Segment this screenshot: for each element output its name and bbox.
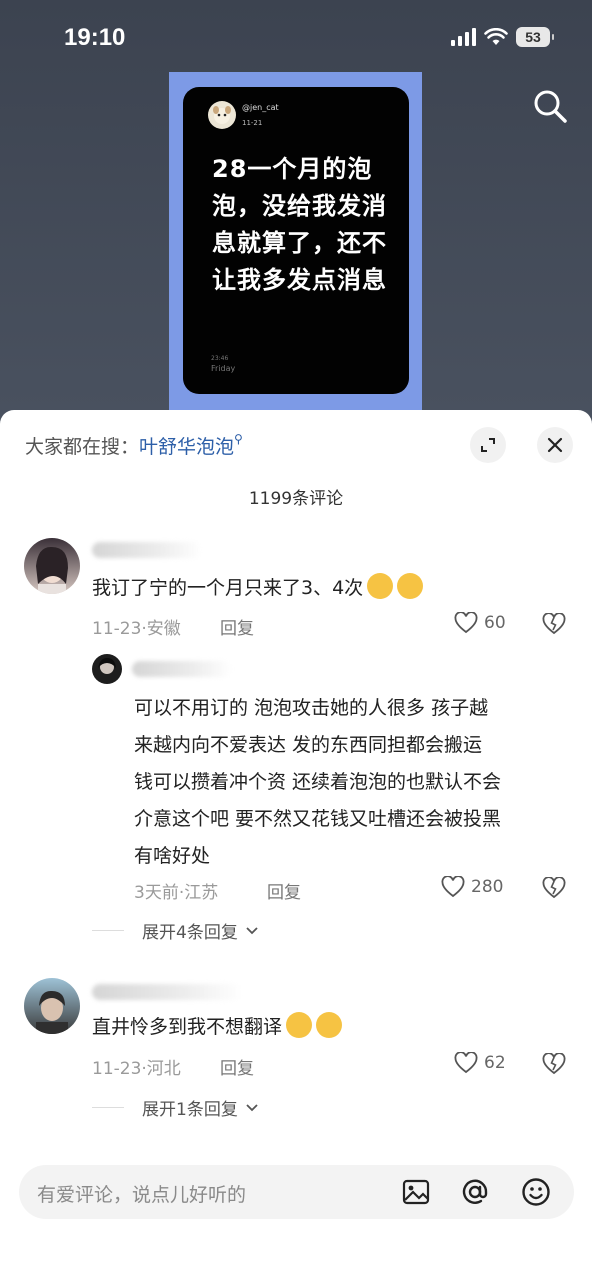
post-date: 11-21 (242, 119, 263, 127)
post-avatar (208, 101, 236, 129)
comment-text-content: 直井怜多到我不想翻译 (92, 1016, 283, 1038)
search-icon[interactable] (530, 86, 570, 126)
reply-button[interactable]: 回复 (220, 614, 254, 639)
hug-emoji-icon (397, 573, 424, 599)
signal-icon (451, 28, 476, 46)
comment-text: 我订了宁的一个月只来了3、4次 (92, 573, 424, 603)
username[interactable] (132, 661, 232, 677)
comment-input[interactable]: 有爱评论，说点儿好听的 (37, 1180, 246, 1207)
emoji-icon[interactable] (520, 1176, 552, 1208)
comment-meta: 11-23·安徽 (92, 619, 181, 639)
reply-text-line: 可以不用订的 泡泡攻击她的人很多 孩子越 (134, 697, 489, 719)
hug-emoji-icon (367, 573, 394, 599)
post-text: 28一个月的泡泡，没给我发消息就算了，还不让我多发点消息 (212, 155, 387, 294)
expand-button[interactable] (470, 427, 506, 463)
image-icon[interactable] (400, 1176, 432, 1208)
comment-text-content: 我订了宁的一个月只来了3、4次 (92, 577, 364, 599)
reply-button[interactable]: 回复 (220, 1054, 254, 1079)
comment-input-bar[interactable]: 有爱评论，说点儿好听的 (19, 1165, 574, 1219)
status-time: 19:10 (64, 24, 126, 51)
crying-emoji-icon (316, 1012, 343, 1038)
status-icons: 53 (451, 27, 554, 47)
expand-replies-label: 展开4条回复 (142, 923, 238, 943)
reply-text-line: 钱可以攒着冲个资 还续着泡泡的也默认不会 (134, 771, 502, 793)
chevron-down-icon (246, 926, 258, 934)
close-button[interactable] (537, 427, 573, 463)
like-count: 62 (484, 1053, 506, 1073)
avatar[interactable] (24, 538, 80, 594)
close-icon (547, 437, 563, 453)
expand-replies-button[interactable]: 展开4条回复 (92, 918, 258, 943)
divider (92, 1107, 124, 1108)
reply-button[interactable]: 回复 (267, 878, 301, 903)
username[interactable] (92, 984, 242, 1000)
expand-icon (481, 438, 495, 452)
expand-replies-button[interactable]: 展开1条回复 (92, 1095, 258, 1120)
heart-icon (441, 876, 465, 898)
reply-text-line: 介意这个吧 要不然又花钱又吐槽还会被投黑 (134, 808, 502, 830)
comment-count: 1199条评论 (248, 489, 344, 509)
chevron-down-icon (246, 1103, 258, 1111)
battery-icon: 53 (516, 27, 554, 47)
post-card: @jen_cat 11-21 28一个月的泡泡，没给我发消息就算了，还不让我多发… (183, 87, 409, 394)
avatar[interactable] (24, 978, 80, 1034)
search-suggestion-term[interactable]: 叶舒华泡泡 (139, 436, 234, 458)
post-time: 23:46 (211, 355, 229, 362)
broken-heart-icon[interactable] (541, 613, 567, 635)
post-day: Friday (211, 364, 236, 373)
broken-heart-icon[interactable] (541, 877, 567, 899)
search-suggestion-prefix: 大家都在搜： (25, 436, 140, 458)
search-small-icon: ⚲ (234, 432, 243, 446)
comment-meta: 11-23·河北 (92, 1059, 181, 1079)
expand-replies-label: 展开1条回复 (142, 1100, 238, 1120)
like-button[interactable]: 60 (454, 612, 506, 634)
like-button[interactable]: 280 (441, 876, 503, 898)
wifi-icon (484, 28, 508, 45)
divider (92, 930, 124, 931)
comment-sheet: 大家都在搜：叶舒华泡泡⚲ 1199条评论 我订了宁的一个月只来了3、4次 11-… (0, 410, 592, 1281)
comment-meta: 3天前·江苏 (134, 883, 219, 903)
username[interactable] (92, 542, 202, 558)
avatar[interactable] (92, 654, 122, 684)
eyeroll-emoji-icon (286, 1012, 313, 1038)
like-count: 60 (484, 613, 506, 633)
broken-heart-icon[interactable] (541, 1053, 567, 1075)
reply-text: 可以不用订的 泡泡攻击她的人很多 孩子越 来越内向不爱表达 发的东西同担都会搬运… (134, 690, 574, 875)
comment-text: 直井怜多到我不想翻译 (92, 1012, 343, 1042)
like-button[interactable]: 62 (454, 1052, 506, 1074)
at-icon[interactable] (459, 1176, 491, 1208)
heart-icon (454, 612, 478, 634)
reply-text-line: 有啥好处 (134, 845, 211, 867)
like-count: 280 (471, 877, 504, 897)
post-handle: @jen_cat (242, 103, 279, 112)
reply-text-line: 来越内向不爱表达 发的东西同担都会搬运 (134, 734, 483, 756)
heart-icon (454, 1052, 478, 1074)
search-suggestion[interactable]: 大家都在搜：叶舒华泡泡⚲ (25, 432, 243, 459)
